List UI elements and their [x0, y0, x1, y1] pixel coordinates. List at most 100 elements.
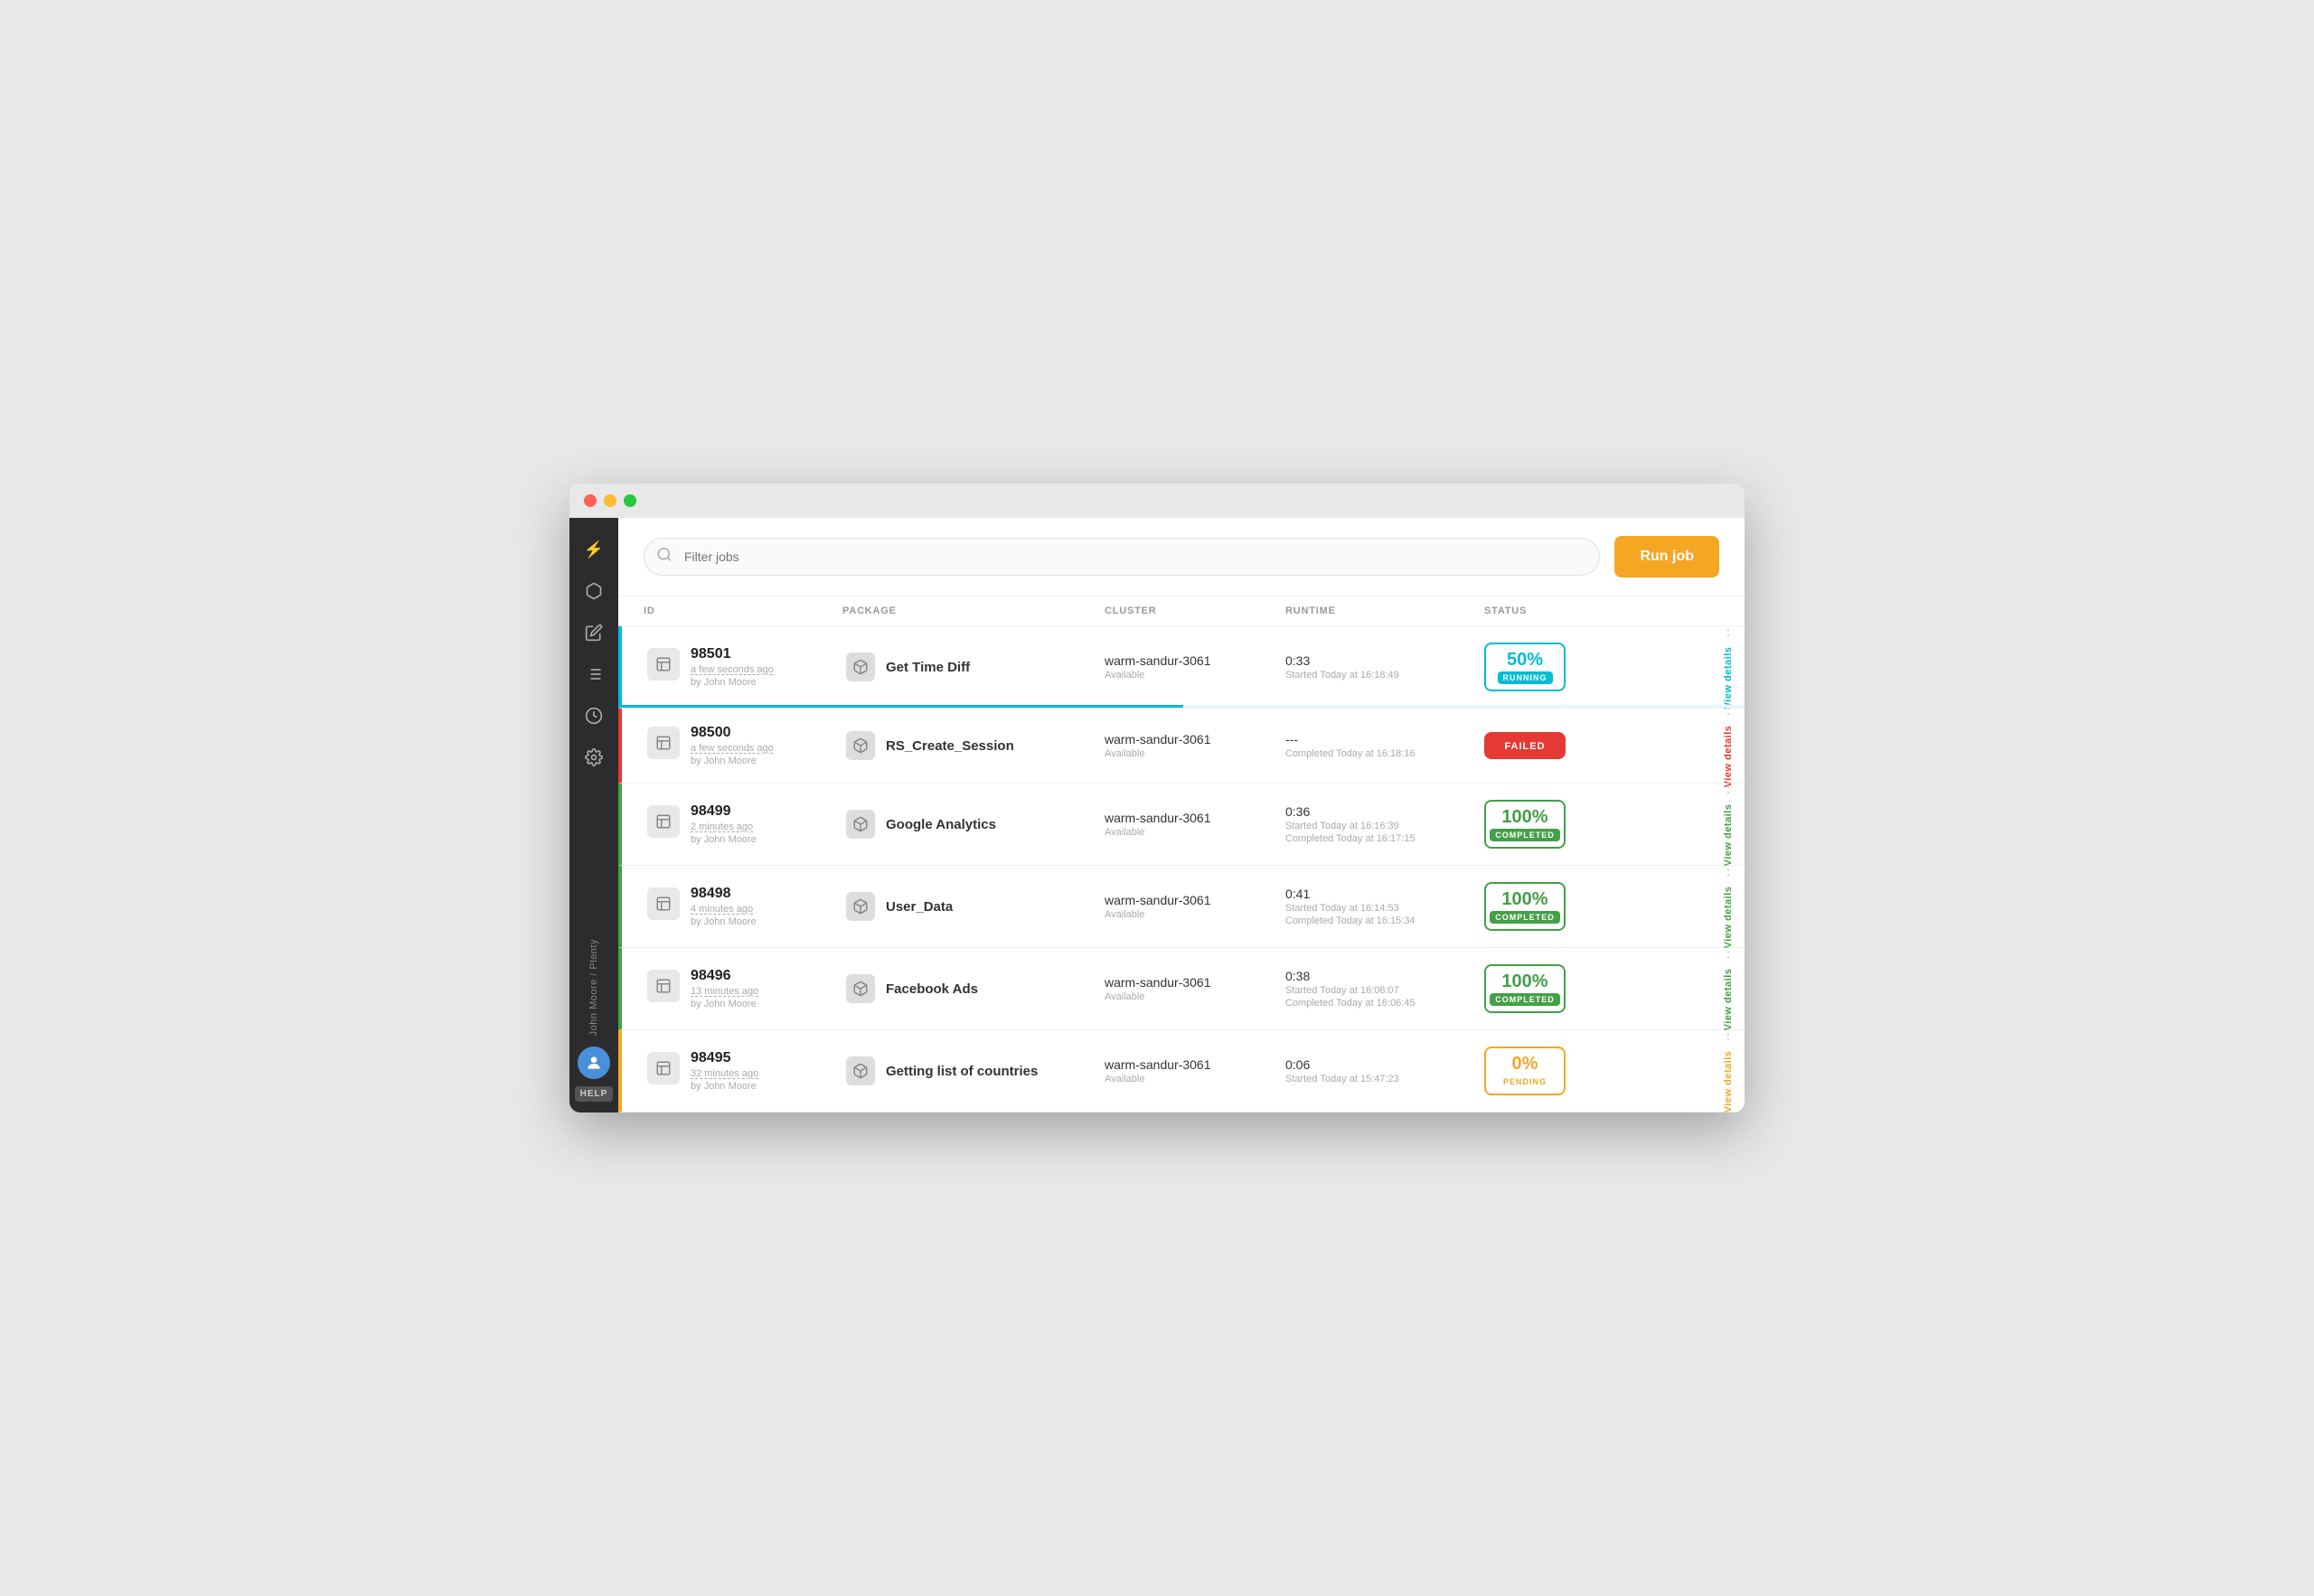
more-options-icon[interactable]: ⋮: [1721, 944, 1736, 962]
cluster-cell: warm-sandur-3061 Available: [1105, 811, 1285, 838]
status-label: FAILED: [1499, 739, 1550, 754]
package-name: Google Analytics: [886, 817, 996, 832]
job-time: a few seconds ago: [691, 664, 774, 675]
close-button[interactable]: [584, 494, 597, 507]
view-details-link[interactable]: View details: [1719, 801, 1737, 870]
view-details-link[interactable]: View details: [1719, 1047, 1737, 1113]
job-id-number: 98498: [691, 886, 757, 902]
status-badge: 0% PENDING: [1484, 1047, 1566, 1095]
status-label: COMPLETED: [1490, 993, 1560, 1006]
search-input[interactable]: [644, 538, 1600, 576]
jobs-list: 98501 a few seconds ago by John Moore Ge…: [618, 626, 1745, 1113]
more-options-icon[interactable]: ⋮: [1721, 779, 1736, 797]
cluster-status: Available: [1105, 670, 1285, 681]
job-by: by John Moore: [691, 1081, 758, 1092]
view-details-column: ⋮ View details: [1719, 944, 1737, 1035]
sidebar-item-box[interactable]: [577, 574, 611, 608]
cluster-status: Available: [1105, 1074, 1285, 1084]
job-id-info: 98495 32 minutes ago by John Moore: [691, 1050, 758, 1092]
runtime-value: ---: [1285, 732, 1484, 746]
cluster-status: Available: [1105, 909, 1285, 920]
job-id-cell: 98499 2 minutes ago by John Moore: [647, 803, 846, 845]
job-id-number: 98496: [691, 968, 758, 984]
job-id-number: 98499: [691, 803, 757, 820]
cluster-status: Available: [1105, 827, 1285, 838]
package-cell: Facebook Ads: [846, 974, 1105, 1003]
job-completed: Completed Today at 16:17:15: [1285, 833, 1484, 844]
runtime-cell: 0:41 Started Today at 16:14:53 Completed…: [1285, 887, 1484, 926]
job-id-info: 98500 a few seconds ago by John Moore: [691, 725, 774, 766]
run-job-button[interactable]: Run job: [1614, 536, 1719, 577]
status-label: COMPLETED: [1490, 829, 1560, 841]
job-id-cell: 98501 a few seconds ago by John Moore: [647, 646, 846, 688]
package-icon: [846, 731, 875, 760]
more-options-icon[interactable]: ⋮: [1721, 861, 1736, 879]
view-details-link[interactable]: View details: [1719, 965, 1737, 1035]
job-id-cell: 98496 13 minutes ago by John Moore: [647, 968, 846, 1009]
table-row[interactable]: 98498 4 minutes ago by John Moore User_D…: [618, 866, 1745, 948]
cluster-name: warm-sandur-3061: [1105, 732, 1285, 746]
job-time: 13 minutes ago: [691, 986, 758, 997]
sidebar-item-clock[interactable]: [577, 699, 611, 733]
table-header: ID PACKAGE CLUSTER RUNTIME STATUS: [618, 596, 1745, 626]
table-row[interactable]: 98496 13 minutes ago by John Moore Faceb…: [618, 948, 1745, 1030]
more-options-icon[interactable]: ⋮: [1721, 1026, 1736, 1044]
table-row[interactable]: 98500 a few seconds ago by John Moore RS…: [618, 709, 1745, 784]
status-percent: 100%: [1501, 807, 1547, 827]
status-cell: 0% PENDING: [1484, 1047, 1647, 1095]
sidebar-item-edit[interactable]: [577, 615, 611, 650]
package-cell: Get Time Diff: [846, 652, 1105, 681]
cluster-name: warm-sandur-3061: [1105, 653, 1285, 668]
job-completed: Completed Today at 16:15:34: [1285, 915, 1484, 926]
status-cell: FAILED: [1484, 732, 1647, 759]
cluster-cell: warm-sandur-3061 Available: [1105, 653, 1285, 681]
job-id-cell: 98500 a few seconds ago by John Moore: [647, 725, 846, 766]
job-icon: [647, 727, 680, 759]
package-cell: RS_Create_Session: [846, 731, 1105, 760]
runtime-value: 0:36: [1285, 804, 1484, 819]
progress-bar-fill: [622, 705, 1183, 708]
table-row[interactable]: 98495 32 minutes ago by John Moore Getti…: [618, 1030, 1745, 1113]
job-icon: [647, 970, 680, 1002]
job-id-info: 98499 2 minutes ago by John Moore: [691, 803, 757, 845]
status-label: COMPLETED: [1490, 911, 1560, 924]
job-id-cell: 98495 32 minutes ago by John Moore: [647, 1050, 846, 1092]
status-percent: 50%: [1507, 650, 1543, 670]
sidebar-item-gear[interactable]: [577, 740, 611, 775]
app-window: ⚡: [569, 483, 1745, 1113]
view-details-column: ⋮ View details: [1719, 779, 1737, 870]
view-details-column: ⋮ View details: [1719, 700, 1737, 792]
job-started: Started Today at 16:06:07: [1285, 985, 1484, 996]
more-options-icon[interactable]: ⋮: [1721, 700, 1736, 718]
sidebar-item-list[interactable]: [577, 657, 611, 691]
job-id-info: 98501 a few seconds ago by John Moore: [691, 646, 774, 688]
status-badge: 100% COMPLETED: [1484, 882, 1566, 931]
cluster-name: warm-sandur-3061: [1105, 811, 1285, 825]
sidebar-item-lightning[interactable]: ⚡: [577, 532, 611, 567]
job-by: by John Moore: [691, 916, 757, 927]
more-options-icon[interactable]: ⋮: [1721, 626, 1736, 640]
job-completed: Completed Today at 16:06:45: [1285, 998, 1484, 1009]
maximize-button[interactable]: [624, 494, 636, 507]
col-status: STATUS: [1484, 606, 1647, 616]
view-details-link[interactable]: View details: [1719, 883, 1737, 953]
progress-bar-container: [622, 705, 1745, 708]
search-container: [644, 538, 1600, 576]
table-row[interactable]: 98499 2 minutes ago by John Moore Google…: [618, 784, 1745, 866]
job-by: by John Moore: [691, 834, 757, 845]
package-cell: Google Analytics: [846, 810, 1105, 839]
minimize-button[interactable]: [604, 494, 616, 507]
status-label: RUNNING: [1498, 671, 1553, 684]
col-cluster: CLUSTER: [1105, 606, 1285, 616]
col-package: PACKAGE: [842, 606, 1105, 616]
runtime-value: 0:38: [1285, 969, 1484, 983]
table-row[interactable]: 98501 a few seconds ago by John Moore Ge…: [618, 626, 1745, 709]
cluster-name: warm-sandur-3061: [1105, 893, 1285, 907]
job-id-number: 98501: [691, 646, 774, 662]
status-badge: 100% COMPLETED: [1484, 964, 1566, 1013]
avatar[interactable]: [578, 1047, 610, 1079]
titlebar: [569, 483, 1745, 518]
cluster-cell: warm-sandur-3061 Available: [1105, 732, 1285, 759]
runtime-cell: 0:38 Started Today at 16:06:07 Completed…: [1285, 969, 1484, 1009]
job-id-cell: 98498 4 minutes ago by John Moore: [647, 886, 846, 927]
